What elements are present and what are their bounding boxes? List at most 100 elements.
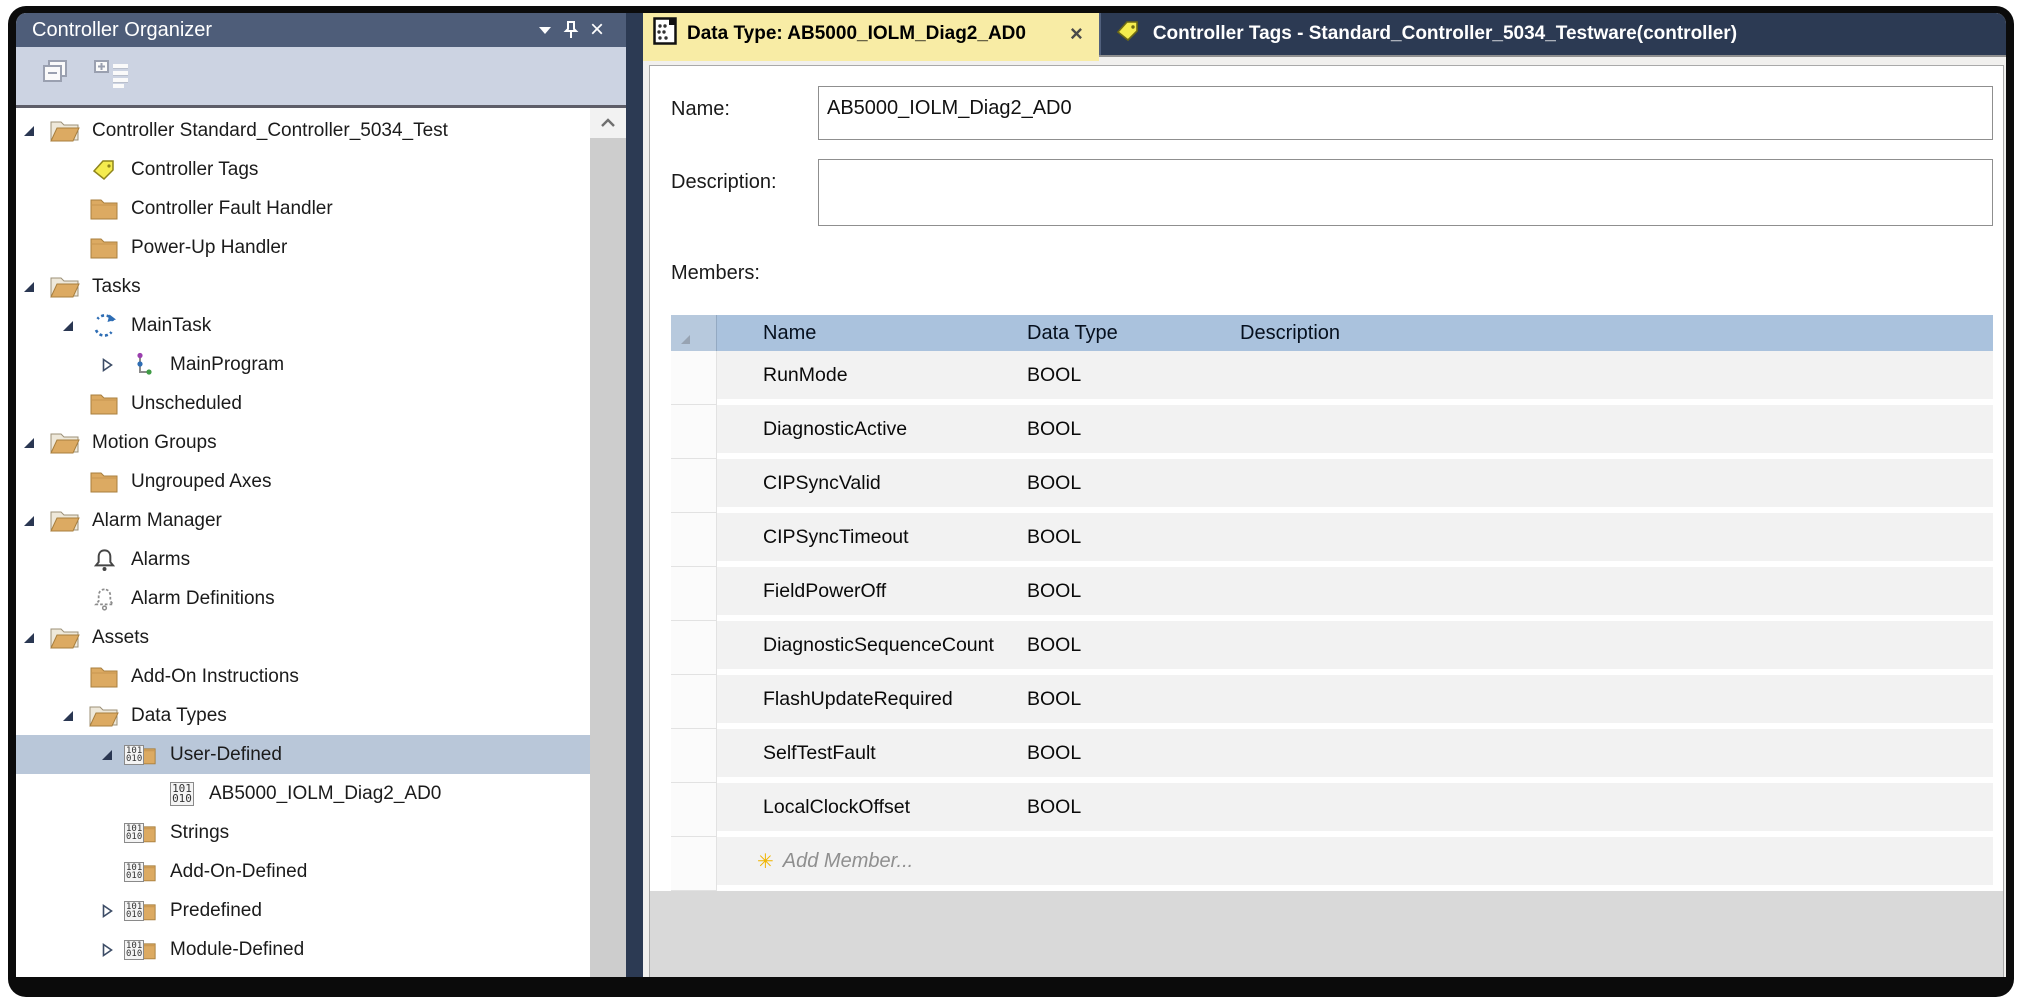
member-name-cell[interactable]: RunMode (717, 364, 1017, 387)
folder-open-icon (42, 430, 88, 456)
tree-item-assets[interactable]: Assets (16, 618, 590, 657)
member-name-cell[interactable]: LocalClockOffset (717, 796, 1017, 819)
tree-scrollbar[interactable] (590, 108, 626, 977)
row-selector[interactable] (671, 513, 717, 567)
tree-item-power-up-handler[interactable]: Power-Up Handler (16, 228, 590, 267)
column-header-data-type[interactable]: Data Type (1017, 322, 1230, 345)
expander-collapsed-icon[interactable] (94, 942, 120, 958)
tree-item-alarm-definitions[interactable]: Alarm Definitions (16, 579, 590, 618)
tree-item-data-types[interactable]: Data Types (16, 696, 590, 735)
column-header-name[interactable]: Name (717, 322, 1017, 345)
expander-expanded-icon[interactable] (55, 708, 81, 724)
panel-splitter[interactable] (626, 13, 643, 977)
expander-expanded-icon[interactable] (94, 747, 120, 763)
collapse-all-icon[interactable] (36, 58, 72, 95)
tree-item-alarm-manager[interactable]: Alarm Manager (16, 501, 590, 540)
row-selector[interactable] (671, 621, 717, 675)
table-row[interactable]: LocalClockOffsetBOOL (671, 783, 1993, 837)
member-type-cell[interactable]: BOOL (1017, 472, 1230, 495)
name-label: Name: (671, 86, 818, 140)
tab-controller-tags[interactable]: Controller Tags - Standard_Controller_50… (1099, 13, 2006, 55)
table-row[interactable]: FlashUpdateRequiredBOOL (671, 675, 1993, 729)
member-name-cell[interactable]: FieldPowerOff (717, 580, 1017, 603)
tree-item-label: Controller Fault Handler (131, 198, 333, 220)
tree-item-strings[interactable]: 101010Strings (16, 813, 590, 852)
row-selector[interactable] (671, 837, 717, 891)
tree-item-mainprogram[interactable]: MainProgram (16, 345, 590, 384)
column-header-description[interactable]: Description (1230, 322, 1993, 345)
window-position-chevron-icon[interactable] (532, 17, 558, 43)
row-selector-header[interactable] (671, 315, 717, 351)
tree-item-add-on-defined[interactable]: 101010Add-On-Defined (16, 852, 590, 891)
expander-expanded-icon[interactable] (16, 630, 42, 646)
row-selector[interactable] (671, 405, 717, 459)
expander-expanded-icon[interactable] (16, 279, 42, 295)
tree-item-predefined[interactable]: 101010Predefined (16, 891, 590, 930)
table-row[interactable]: SelfTestFaultBOOL (671, 729, 1993, 783)
close-icon[interactable]: × (584, 17, 610, 43)
description-input[interactable] (818, 159, 1993, 226)
folder-icon (81, 235, 127, 261)
tree-item-label: User-Defined (170, 744, 282, 766)
row-selector[interactable] (671, 675, 717, 729)
member-type-cell[interactable]: BOOL (1017, 634, 1230, 657)
tree-item-motion-groups[interactable]: Motion Groups (16, 423, 590, 462)
tree-item-user-defined[interactable]: 101010User-Defined (16, 735, 590, 774)
tree-item-controller-tags[interactable]: Controller Tags (16, 150, 590, 189)
member-name-cell[interactable]: CIPSyncValid (717, 472, 1017, 495)
member-type-cell[interactable]: BOOL (1017, 364, 1230, 387)
udt-folder-icon: 101010 (120, 859, 166, 884)
folder-open-icon (42, 508, 88, 534)
member-name-cell[interactable]: DiagnosticSequenceCount (717, 634, 1017, 657)
name-input[interactable]: AB5000_IOLM_Diag2_AD0 (818, 86, 1993, 140)
expander-expanded-icon[interactable] (16, 123, 42, 139)
member-type-cell[interactable]: BOOL (1017, 796, 1230, 819)
table-row[interactable]: CIPSyncValidBOOL (671, 459, 1993, 513)
row-selector[interactable] (671, 567, 717, 621)
add-member-asterisk-icon: ✳ (757, 849, 774, 874)
member-type-cell[interactable]: BOOL (1017, 526, 1230, 549)
table-row[interactable]: DiagnosticSequenceCountBOOL (671, 621, 1993, 675)
expander-expanded-icon[interactable] (16, 435, 42, 451)
member-type-cell[interactable]: BOOL (1017, 580, 1230, 603)
row-selector[interactable] (671, 459, 717, 513)
row-selector[interactable] (671, 351, 717, 405)
table-row[interactable]: DiagnosticActiveBOOL (671, 405, 1993, 459)
table-row[interactable]: CIPSyncTimeoutBOOL (671, 513, 1993, 567)
tree-item-add-on-instructions[interactable]: Add-On Instructions (16, 657, 590, 696)
add-member-row[interactable]: ✳ Add Member... (671, 837, 1993, 891)
table-row[interactable]: RunModeBOOL (671, 351, 1993, 405)
member-type-cell[interactable]: BOOL (1017, 688, 1230, 711)
tree-item-alarms[interactable]: Alarms (16, 540, 590, 579)
tree-item-module-defined[interactable]: 101010Module-Defined (16, 930, 590, 969)
member-name-cell[interactable]: CIPSyncTimeout (717, 526, 1017, 549)
new-component-icon[interactable] (92, 58, 132, 95)
expander-expanded-icon[interactable] (16, 513, 42, 529)
folder-open-icon (42, 625, 88, 651)
pin-icon[interactable] (558, 17, 584, 43)
row-selector[interactable] (671, 783, 717, 837)
tab-label: Controller Tags - Standard_Controller_50… (1153, 23, 1737, 45)
tree-item-controller-standard-controller-5034-test[interactable]: Controller Standard_Controller_5034_Test (16, 111, 590, 150)
tree-item-maintask[interactable]: MainTask (16, 306, 590, 345)
tree-item-unscheduled[interactable]: Unscheduled (16, 384, 590, 423)
tree-item-ungrouped-axes[interactable]: Ungrouped Axes (16, 462, 590, 501)
expander-collapsed-icon[interactable] (94, 903, 120, 919)
add-member-label[interactable]: Add Member... (783, 850, 913, 873)
scroll-up-icon[interactable] (590, 108, 626, 138)
member-type-cell[interactable]: BOOL (1017, 418, 1230, 441)
member-name-cell[interactable]: DiagnosticActive (717, 418, 1017, 441)
expander-expanded-icon[interactable] (55, 318, 81, 334)
tab-data-type[interactable]: Data Type: AB5000_IOLM_Diag2_AD0 × (643, 13, 1099, 55)
tree-item-tasks[interactable]: Tasks (16, 267, 590, 306)
member-type-cell[interactable]: BOOL (1017, 742, 1230, 765)
table-row[interactable]: FieldPowerOffBOOL (671, 567, 1993, 621)
tree-item-ab5000-iolm-diag2-ad0[interactable]: 101010AB5000_IOLM_Diag2_AD0 (16, 774, 590, 813)
tab-close-icon[interactable]: × (1070, 21, 1091, 47)
member-name-cell[interactable]: FlashUpdateRequired (717, 688, 1017, 711)
row-selector[interactable] (671, 729, 717, 783)
expander-collapsed-icon[interactable] (94, 357, 120, 373)
udt-icon: 101010 (159, 782, 205, 806)
tree-item-controller-fault-handler[interactable]: Controller Fault Handler (16, 189, 590, 228)
member-name-cell[interactable]: SelfTestFault (717, 742, 1017, 765)
